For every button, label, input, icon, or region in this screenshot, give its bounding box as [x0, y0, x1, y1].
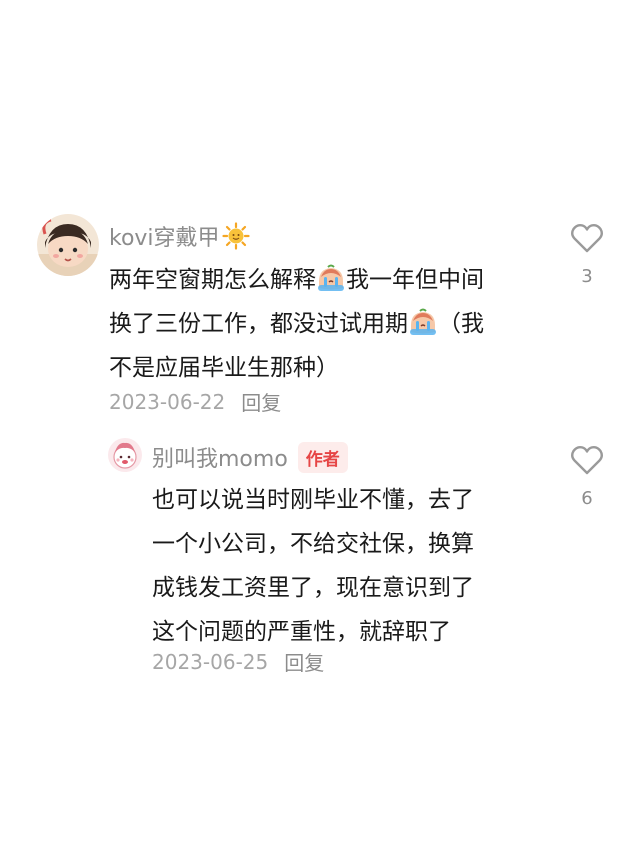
- author-row: kovi穿戴甲: [109, 220, 250, 252]
- user-avatar[interactable]: [108, 438, 142, 472]
- crying-emoji-icon: [408, 307, 438, 337]
- username[interactable]: kovi穿戴甲: [109, 220, 220, 252]
- reply-button[interactable]: 回复: [241, 387, 281, 416]
- username[interactable]: 别叫我momo: [152, 441, 288, 473]
- comment-line: 也可以说当时刚毕业不懂，去了: [152, 487, 474, 513]
- comment-body: 两年空窗期怎么解释 我一年但中间 换了三份工作，都没过试用期 （我 不是应届毕业…: [109, 258, 549, 390]
- comment-date: 2023-06-22: [109, 389, 226, 414]
- reply-button[interactable]: 回复: [284, 647, 324, 676]
- comment-line: 不是应届毕业生那种）: [109, 355, 339, 381]
- comment-line: 两年空窗期怎么解释 我一年但中间: [109, 258, 549, 302]
- crying-emoji-icon: [316, 263, 346, 293]
- comment-line: 换了三份工作，都没过试用期 （我: [109, 302, 549, 346]
- like-button[interactable]: 6: [567, 444, 607, 509]
- comment-text: 两年空窗期怎么解释: [109, 267, 316, 293]
- comment-date: 2023-06-25: [152, 649, 269, 674]
- like-count: 6: [581, 488, 593, 509]
- heart-icon: [567, 222, 607, 254]
- author-badge: 作者: [297, 441, 348, 473]
- like-count: 3: [581, 266, 593, 287]
- comment-body: 也可以说当时刚毕业不懂，去了 一个小公司，不给交社保，换算 成钱发工资里了，现在…: [152, 478, 552, 654]
- comment-text: 我一年但中间: [346, 267, 484, 293]
- author-row: 别叫我momo 作者: [152, 441, 348, 473]
- comment-meta: 2023-06-25 回复: [152, 647, 324, 676]
- comment-thread: kovi穿戴甲 两年空窗期怎么解释 我一年但中间 换了三份工作，都没过试用期 （…: [0, 0, 640, 853]
- comment-text: 换了三份工作，都没过试用期: [109, 311, 408, 337]
- heart-icon: [567, 444, 607, 476]
- comment-text: （我: [438, 311, 484, 337]
- comment-line: 成钱发工资里了，现在意识到了: [152, 575, 474, 601]
- like-button[interactable]: 3: [567, 222, 607, 287]
- user-avatar[interactable]: [37, 214, 99, 276]
- sun-emoji-icon: [221, 222, 250, 250]
- comment-line: 一个小公司，不给交社保，换算: [152, 531, 474, 557]
- comment-meta: 2023-06-22 回复: [109, 387, 281, 416]
